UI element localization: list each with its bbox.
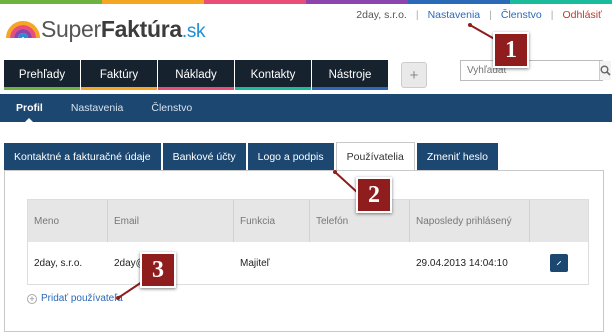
callout-arrow-dot (333, 170, 337, 174)
callout-arrow-dot (468, 23, 472, 27)
callout-marker-2: 2 (356, 177, 392, 213)
callout-marker-1: 1 (493, 32, 529, 68)
callout-arrow-dot (116, 296, 120, 300)
callout-arrow-2 (334, 171, 359, 194)
callout-marker-3: 3 (140, 252, 176, 288)
